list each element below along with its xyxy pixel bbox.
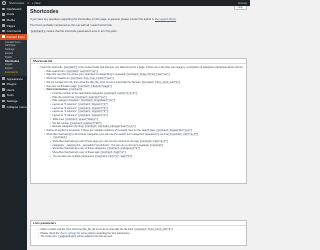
pages-icon	[2, 24, 5, 27]
shortcode-example: [contact layout="4"]	[78, 114, 109, 118]
row-link[interactable]: theme settings	[60, 232, 76, 235]
row-text: Hide search form	[46, 69, 66, 73]
shortcode-example: [contact file_list_id="1"]	[141, 80, 181, 84]
row-text: Hide first row (the one where your searc…	[46, 73, 126, 77]
row-text: Use own confirmation page	[46, 84, 77, 88]
shortcode-example: [contact category="a"]	[107, 147, 141, 151]
row-text: Show files that belong to any of these t…	[52, 151, 100, 155]
shortcode-example: [contact thanks="page"]	[77, 84, 113, 88]
submenu-item-extensions[interactable]: Extensions	[0, 71, 27, 75]
row-text: Table view	[52, 117, 65, 121]
shortcode-example: [contact search="no"]	[66, 69, 98, 73]
lists-parameters-box: Lists parameters Add to contact sub-list…	[30, 220, 247, 246]
row-text: The mode and	[40, 235, 58, 239]
shortcode-example: [contact]	[68, 88, 83, 92]
row-text: Show top breadcrum	[46, 77, 70, 81]
row-text-rest: will be added to the lists as well.	[76, 235, 113, 239]
row-text: Set list number	[52, 121, 70, 125]
main-content: Help Shortcodes If you have any question…	[27, 6, 250, 250]
intro-paragraph-3: [contact] means that the shortcode param…	[30, 30, 118, 33]
shortcode-example: [contact keywords="yes"]	[156, 128, 193, 132]
row-text: Hide the search bar	[52, 95, 75, 99]
row-text: You can also use multiple parameters	[52, 154, 94, 158]
shortcode-example: [contact layout="3"]	[78, 110, 109, 114]
shortcode-example: [contact]	[63, 66, 78, 69]
wordpress-logo-icon[interactable]	[2, 1, 6, 5]
users-icon	[2, 88, 5, 92]
support-forum-link[interactable]: the support forum	[155, 18, 176, 21]
row-text: Layout as "4 columns"	[52, 114, 78, 118]
shortcode-row: You can also use multiple parameters[con…	[34, 154, 243, 159]
help-tab-button[interactable]: Help	[233, 6, 247, 10]
shortcode-list-body: Insert the shortcode[contact] in the con…	[31, 64, 246, 161]
contact-form-submenu: Contact Form Add New Settings Entries Fi…	[0, 39, 27, 76]
shortcode-example: [contact cat="a,b"]	[169, 132, 199, 136]
menu-collapse[interactable]: Collapse menu	[0, 104, 27, 110]
shortcode-example: [contact search="no"]	[75, 95, 107, 99]
appearance-icon	[2, 77, 5, 80]
row-text: Limit the number of the searchable categ…	[52, 91, 104, 95]
admin-menu: Dashboard Posts Media Pages Comments Con…	[0, 6, 27, 250]
shortcode-example: [contact]	[53, 136, 67, 140]
row-text: Define an explicit or keywords. If these…	[46, 128, 156, 132]
shortcode-example: [contact tag="a,b"]	[139, 140, 169, 144]
shortcode-example: [contact layout="1"]	[78, 103, 109, 107]
shortcode-example: [contact tag="a"]	[100, 151, 126, 155]
shortcode-example: [contact view="table"]	[65, 117, 99, 121]
shortcode-example: [contact cats="1,2,3"]	[104, 91, 138, 95]
shortcode-example: [contact layout="2"]	[78, 106, 109, 110]
row-text: Layout as "3 columns"	[52, 110, 78, 114]
lists-parameters-body: Add to contact sub-list, then show the […	[31, 226, 246, 241]
shortcode-example: [contact top_row_links="yes"]	[70, 77, 114, 81]
shortcode-example: [contact number="10"]	[70, 121, 102, 125]
intro-paragraph: If you have any questions regarding the …	[30, 18, 177, 21]
shortcode-row: The mode and [pagination] will be added …	[34, 235, 243, 239]
row-text: Add to contact sub-list, then show the […	[40, 228, 134, 231]
shortcode-example: [contact file_list_id="1"]	[134, 228, 174, 231]
plugins-icon	[2, 82, 5, 86]
intro-paragraph-2: The first is probably mentioned as the o…	[30, 24, 113, 27]
shortcode-example: [contact cat="a" tag="b"]	[95, 154, 133, 158]
row-text: Please check the	[40, 231, 61, 235]
posts-icon	[2, 13, 5, 16]
tools-icon	[2, 94, 5, 97]
row-text: Ask for contact form list, then show the…	[46, 80, 141, 84]
page-title: Shortcodes	[30, 9, 59, 15]
shortcode-list-box: Shortcode list Insert the shortcode[cont…	[30, 58, 247, 184]
settings-icon	[2, 99, 5, 103]
shortcode-example: [contact exclude_categories="a,b"]	[84, 125, 136, 129]
shortcode-example: [contact show_first_row="no"]	[126, 73, 170, 77]
collapse-icon	[2, 105, 5, 108]
row-text-rest: in the content fields and that gets you …	[77, 66, 243, 69]
row-text: Select parameters	[46, 88, 68, 92]
dashboard-icon	[2, 7, 5, 11]
comments-icon	[2, 29, 5, 33]
row-text: categories, _category-list, _permalink="…	[52, 143, 149, 147]
row-text: Exclude categories (by slug)	[52, 125, 84, 129]
row-text: Show files that belong to all of these t…	[52, 140, 139, 144]
contact-form-icon	[2, 35, 5, 39]
shortcode-example: [contact]	[149, 143, 164, 147]
row-text: Show files that belong to any of these c…	[52, 147, 107, 151]
shortcode-example: [pagination]	[58, 235, 77, 239]
media-icon	[2, 18, 5, 22]
shortcode-example: [contact dropdown="no"]	[80, 99, 116, 103]
row-text: Layout as "2 columns"	[52, 106, 78, 110]
row-text-rest: for some options regarding the lists par…	[76, 231, 131, 235]
row-text: Layout as "1 columns"	[52, 103, 78, 107]
row-text: Insert the shortcode	[40, 66, 63, 69]
row-text: Show files that belong to all of these c…	[46, 132, 169, 136]
row-text: Hide category dropdown	[52, 99, 80, 103]
